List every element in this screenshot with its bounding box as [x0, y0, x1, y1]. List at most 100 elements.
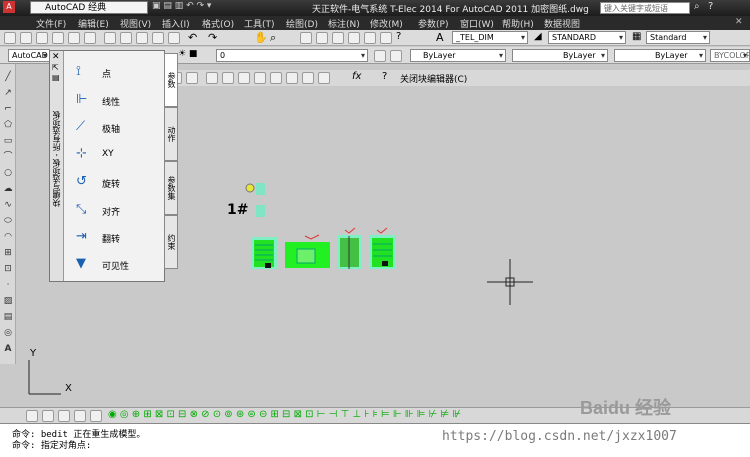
command-window[interactable]: 命令: bedit 正在重生成模型。 命令: 指定对角点: https://bl…	[0, 423, 750, 457]
save-block-icon[interactable]	[186, 72, 198, 84]
menu-dimension[interactable]: 标注(N)	[328, 17, 360, 30]
palette-properties-icon[interactable]: ▤	[52, 73, 60, 82]
insert-block-icon[interactable]: ⊞	[3, 248, 13, 258]
menu-view[interactable]: 视图(V)	[120, 17, 151, 30]
menu-help[interactable]: 帮助(H)	[502, 17, 534, 30]
copy-icon[interactable]	[120, 32, 132, 44]
authoring-palettes-icon[interactable]	[222, 72, 234, 84]
zoom-icon[interactable]: ⌕	[270, 31, 276, 45]
hatch-icon[interactable]: ▨	[3, 296, 13, 306]
preview-icon[interactable]	[68, 32, 80, 44]
define-attribute-icon[interactable]	[270, 72, 282, 84]
publish-icon[interactable]	[84, 32, 96, 44]
menu-data-view[interactable]: 数据视图	[544, 17, 580, 30]
palette-close-icon[interactable]: ✕	[52, 52, 60, 62]
bottom-tool-5-icon[interactable]	[90, 410, 102, 422]
menu-close-icon[interactable]: ✕	[735, 17, 743, 27]
tool-palettes-icon[interactable]	[332, 32, 344, 44]
search-input[interactable]: 键入关键字或短语	[600, 2, 690, 14]
qnew-icon[interactable]	[4, 32, 16, 44]
menu-tools[interactable]: 工具(T)	[244, 17, 275, 30]
spline-icon[interactable]: ∿	[3, 200, 13, 210]
osnap-tools-icons[interactable]: ◉ ◎ ⊕ ⊞ ⊠ ⊡ ⊟ ⊗ ⊘ ⊙ ⊚ ⊛ ⊜ ⊝ ⊞ ⊟ ⊠ ⊡ ⊢ ⊣ …	[108, 409, 461, 420]
menu-draw[interactable]: 绘图(D)	[286, 17, 318, 30]
app-logo-icon[interactable]: A	[3, 1, 15, 13]
dim-style-icon[interactable]: ◢	[534, 31, 542, 42]
region-icon[interactable]: ◎	[3, 328, 13, 338]
search-icon[interactable]: ⌕	[694, 1, 700, 12]
polygon-icon[interactable]: ⬠	[3, 120, 13, 130]
properties-icon[interactable]	[300, 32, 312, 44]
linetype-dropdown[interactable]: ByLayer	[512, 49, 608, 62]
table-style-icon[interactable]: ▦	[632, 31, 641, 42]
menu-modify[interactable]: 修改(M)	[370, 17, 403, 30]
matchprop-icon[interactable]	[152, 32, 164, 44]
pan-icon[interactable]: ✋	[254, 31, 268, 44]
tab-constraints[interactable]: 约束	[164, 215, 178, 269]
layer-state-icons[interactable]: ☀ ■	[178, 49, 197, 59]
arc-icon[interactable]: ⌒	[3, 152, 13, 162]
redo-icon[interactable]: ↷	[208, 31, 217, 44]
layer-match-icon[interactable]	[390, 50, 402, 62]
constraint-icon[interactable]	[302, 72, 314, 84]
make-block-icon[interactable]: ⊡	[3, 264, 13, 274]
text-style-icon[interactable]: A	[436, 31, 444, 44]
block-help-icon[interactable]: ?	[382, 71, 387, 82]
undo-icon[interactable]: ↶	[188, 31, 197, 44]
tablestyle-dropdown[interactable]: Standard	[646, 31, 710, 44]
point-icon[interactable]: ·	[3, 280, 13, 290]
ellipse-icon[interactable]: ⬭	[3, 216, 13, 226]
save-icon[interactable]	[36, 32, 48, 44]
rectangle-icon[interactable]: ▭	[3, 136, 13, 146]
menu-parametric[interactable]: 参数(P)	[418, 17, 448, 30]
tag-icon[interactable]	[318, 72, 330, 84]
help-toolbar-icon[interactable]: ?	[396, 31, 401, 42]
action-icon[interactable]	[254, 72, 266, 84]
open-icon[interactable]	[20, 32, 32, 44]
sheetset-icon[interactable]	[348, 32, 360, 44]
polyline-icon[interactable]: ⌐	[3, 104, 13, 114]
gradient-icon[interactable]: ▤	[3, 312, 13, 322]
bottom-tool-2-icon[interactable]	[42, 410, 54, 422]
dimstyle-dropdown[interactable]: _TEL_DIM	[452, 31, 528, 44]
design-center-icon[interactable]	[316, 32, 328, 44]
workspace-dropdown[interactable]: AutoCAD 经典	[30, 1, 148, 14]
tab-parameters[interactable]: 参数	[164, 53, 178, 107]
block-editor-icon[interactable]	[168, 32, 180, 44]
tab-parameter-sets[interactable]: 参数集	[164, 161, 178, 215]
calculator-icon[interactable]	[380, 32, 392, 44]
layer-prev-icon[interactable]	[374, 50, 386, 62]
parameter-icon[interactable]	[238, 72, 250, 84]
menu-edit[interactable]: 编辑(E)	[78, 17, 109, 30]
fx-icon[interactable]: fx	[352, 71, 361, 82]
markup-icon[interactable]	[364, 32, 376, 44]
menu-format[interactable]: 格式(O)	[202, 17, 234, 30]
mtext-icon[interactable]: A	[3, 344, 13, 354]
circle-icon[interactable]: ○	[3, 168, 13, 178]
close-block-editor-button[interactable]: 关闭块编辑器(C)	[400, 72, 467, 85]
menu-file[interactable]: 文件(F)	[36, 17, 66, 30]
plotstyle-dropdown[interactable]: BYCOLOR	[710, 49, 750, 62]
paste-icon[interactable]	[136, 32, 148, 44]
xline-icon[interactable]: ↗	[3, 88, 13, 98]
bottom-tool-1-icon[interactable]	[26, 410, 38, 422]
menu-window[interactable]: 窗口(W)	[460, 17, 494, 30]
cut-icon[interactable]	[104, 32, 116, 44]
palette-autohide-icon[interactable]: ⇱	[52, 63, 59, 72]
textstyle-dropdown[interactable]: STANDARD	[548, 31, 626, 44]
help-icon[interactable]: ?	[708, 1, 713, 12]
color-dropdown[interactable]: ByLayer	[410, 49, 506, 62]
plot-icon[interactable]	[52, 32, 64, 44]
menu-insert[interactable]: 插入(I)	[162, 17, 190, 30]
bottom-tool-4-icon[interactable]	[74, 410, 86, 422]
bottom-tool-3-icon[interactable]	[58, 410, 70, 422]
workspace-dropdown-2[interactable]: AutoCAD 经	[8, 49, 50, 62]
test-block-icon[interactable]	[206, 72, 218, 84]
quick-access-icons[interactable]: ▣ ▤ ▥ ↶ ↷ ▾	[152, 1, 211, 11]
visibility-icon[interactable]	[286, 72, 298, 84]
line-icon[interactable]: ╱	[3, 72, 13, 82]
ellipse-arc-icon[interactable]: ◠	[3, 232, 13, 242]
revcloud-icon[interactable]: ☁	[3, 184, 13, 194]
layer-dropdown[interactable]: 0	[216, 49, 368, 62]
tab-actions[interactable]: 动作	[164, 107, 178, 161]
